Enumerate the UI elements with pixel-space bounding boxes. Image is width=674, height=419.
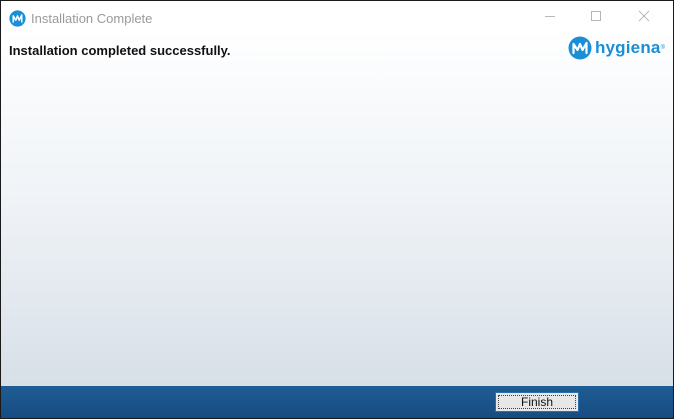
content-area xyxy=(1,69,673,386)
minimize-button[interactable] xyxy=(527,1,573,31)
registered-mark: ® xyxy=(660,45,665,51)
brand-logo: hygiena ® xyxy=(568,36,665,60)
finish-button[interactable]: Finish xyxy=(495,392,579,412)
title-bar[interactable]: Installation Complete xyxy=(1,1,673,31)
finish-button-label: Finish xyxy=(520,395,553,409)
hygiena-logo-icon xyxy=(568,36,592,60)
brand-name: hygiena xyxy=(594,38,661,57)
installer-window: Installation Complete Installation compl… xyxy=(0,0,674,419)
maximize-button[interactable] xyxy=(573,1,619,31)
maximize-icon xyxy=(591,11,601,21)
close-button[interactable] xyxy=(621,1,667,31)
footer-bar: Finish xyxy=(1,386,673,418)
close-icon xyxy=(638,10,650,22)
minimize-icon xyxy=(545,16,555,17)
header-band: Installation completed successfully. hyg… xyxy=(1,31,673,69)
app-logo-icon xyxy=(9,10,26,27)
page-heading: Installation completed successfully. xyxy=(9,43,231,58)
window-title: Installation Complete xyxy=(31,11,153,26)
